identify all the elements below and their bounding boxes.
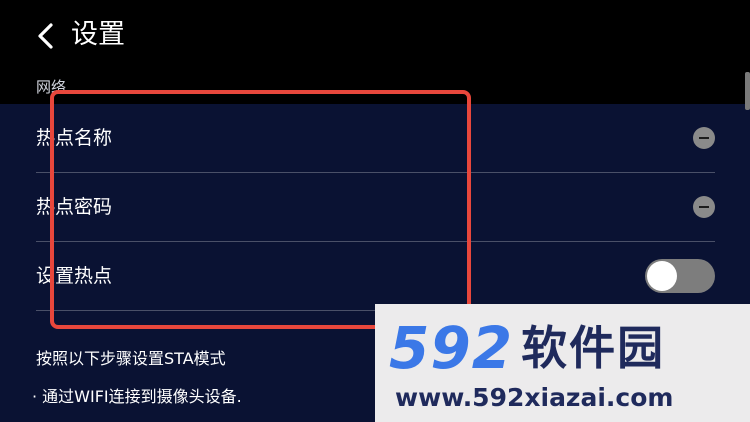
minus-icon[interactable]: [693, 127, 715, 149]
back-button[interactable]: [30, 20, 62, 52]
watermark-logo-number: 592: [389, 314, 514, 382]
row-label: 热点密码: [36, 196, 113, 218]
toggle-knob: [647, 261, 677, 291]
section-label-network: 网络: [36, 78, 67, 96]
minus-icon[interactable]: [693, 196, 715, 218]
watermark-logo: 592 软件园: [389, 318, 665, 378]
row-label: 热点名称: [36, 127, 113, 149]
settings-row-set-hotspot[interactable]: 设置热点: [36, 242, 715, 311]
instructions-title: 按照以下步骤设置STA模式: [36, 349, 226, 368]
settings-row-hotspot-password[interactable]: 热点密码: [36, 173, 715, 242]
watermark: 592 软件园 www.592xiazai.com: [375, 304, 750, 422]
top-bar: 设置: [0, 0, 750, 104]
watermark-logo-text: 软件园: [521, 321, 666, 375]
hotspot-toggle[interactable]: [645, 259, 715, 293]
instruction-step: · 通过WIFI连接到摄像头设备.: [32, 387, 242, 406]
scrollbar[interactable]: [745, 72, 750, 110]
page-title: 设置: [71, 19, 125, 50]
row-label: 设置热点: [36, 265, 113, 287]
chevron-left-icon: [38, 23, 53, 49]
settings-row-hotspot-name[interactable]: 热点名称: [36, 104, 715, 173]
watermark-url: www.592xiazai.com: [395, 383, 674, 412]
